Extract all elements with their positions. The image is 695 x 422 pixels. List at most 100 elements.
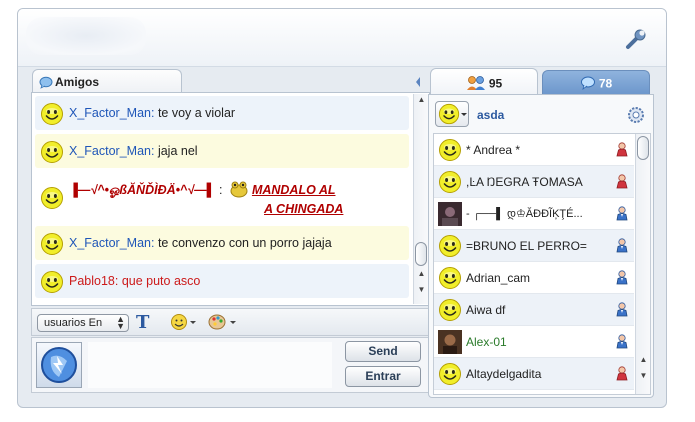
- message-row: X_Factor_Man: te voy a violar: [35, 96, 409, 130]
- chat-bubble-icon: [39, 76, 53, 92]
- select-arrows-icon: ▲ ▼: [116, 314, 125, 331]
- users-select-value: usuarios En: [44, 317, 103, 329]
- smiley-avatar-icon: [438, 138, 462, 162]
- message-user[interactable]: Pablo18: [69, 274, 115, 288]
- female-icon: [614, 173, 630, 192]
- tab-rooms[interactable]: 78: [542, 70, 650, 94]
- message-toolbar: usuarios En ▲ ▼ T: [31, 308, 430, 336]
- user-row[interactable]: Altaydelgadita: [434, 358, 634, 390]
- message-sep: :: [114, 274, 122, 288]
- chat-bubble-icon: [580, 76, 596, 93]
- tab-amigos[interactable]: Amigos: [32, 69, 182, 93]
- emoticon-menu-button[interactable]: [170, 313, 198, 334]
- status-select[interactable]: [435, 101, 469, 127]
- user-name: - ┌──▌ დ♔ĂĐĐĨĶŢÉ...: [466, 208, 583, 220]
- gear-icon[interactable]: [627, 106, 645, 127]
- message-text-line1[interactable]: MANDALO AL: [252, 183, 336, 197]
- message-user[interactable]: ▐—√^•ஓßĂŇĎÌĐÄ•^√—▌: [69, 183, 216, 197]
- male-icon: [614, 269, 630, 288]
- scroll-down-icon[interactable]: ▼: [639, 372, 648, 380]
- scroll-up-icon[interactable]: ▲: [639, 356, 648, 364]
- smiley-avatar-icon: [40, 140, 64, 164]
- male-icon: [614, 301, 630, 320]
- user-name: Alex-01: [466, 335, 507, 349]
- photo-avatar: [438, 330, 462, 354]
- smiley-avatar-icon: [40, 102, 64, 126]
- user-row[interactable]: Aiwa df: [434, 294, 634, 326]
- message-sep: :: [150, 144, 158, 158]
- female-icon: [614, 141, 630, 160]
- message-text: jaja nel: [157, 144, 198, 158]
- user-row[interactable]: =BRUNO EL PERRO=: [434, 230, 634, 262]
- message-sep: :: [150, 106, 158, 120]
- chat-panel: Amigos X_Factor_Man: te voy a violar X_F…: [30, 69, 440, 395]
- user-row[interactable]: * Andrea *: [434, 134, 634, 166]
- message-row: Pablo18: que puto asco: [35, 264, 409, 298]
- message-input[interactable]: [88, 342, 332, 388]
- chat-window: Amigos X_Factor_Man: te voy a violar X_F…: [17, 8, 667, 408]
- message-row: ▐—√^•ஓßĂŇĎÌĐÄ•^√—▌ : MANDALO AL A CHINGA…: [35, 172, 409, 222]
- frog-emoticon-icon: [228, 180, 250, 201]
- male-icon: [614, 237, 630, 256]
- smiley-avatar-icon: [40, 186, 64, 210]
- message-text-line2[interactable]: A CHINGADA: [264, 202, 343, 216]
- header-banner: [18, 9, 666, 67]
- font-icon: T: [136, 312, 150, 333]
- user-name: * Andrea *: [466, 143, 521, 157]
- user-row[interactable]: ,ĿA ŊEGRA ŦOMASA: [434, 166, 634, 198]
- smiley-avatar-icon: [438, 362, 462, 386]
- message-user[interactable]: X_Factor_Man: [69, 236, 151, 250]
- photo-avatar: [438, 202, 462, 226]
- scroll-thumb[interactable]: [637, 136, 649, 160]
- tab-amigos-label: Amigos: [55, 75, 100, 89]
- user-name: =BRUNO EL PERRO=: [466, 239, 587, 253]
- message-user[interactable]: X_Factor_Man: [69, 106, 151, 120]
- smiley-avatar-icon: [40, 232, 64, 256]
- my-status-row: asda: [433, 99, 649, 129]
- wrench-icon[interactable]: [624, 29, 648, 51]
- scroll-thumb[interactable]: [415, 242, 427, 266]
- message-text: te convenzo con un porro jajaja: [157, 236, 332, 250]
- user-name: Adrian_cam: [466, 271, 531, 285]
- message-sep: :: [215, 182, 226, 197]
- send-button[interactable]: Send: [345, 341, 421, 362]
- messages-scrollbar[interactable]: ▲ ▲ ▼: [413, 94, 428, 304]
- smiley-icon: [171, 314, 196, 330]
- users-count: 95: [488, 76, 503, 91]
- users-panel-body: asda * Andrea * ,ĿA ŊEGRA ŦOMASA - ┌──▌ …: [428, 94, 654, 398]
- rooms-count: 78: [598, 76, 613, 91]
- users-select[interactable]: usuarios En ▲ ▼: [37, 314, 129, 332]
- my-username: asda: [477, 108, 505, 122]
- message-row: X_Factor_Man: te convenzo con un porro j…: [35, 226, 409, 260]
- message-user[interactable]: X_Factor_Man: [69, 144, 151, 158]
- male-icon: [614, 333, 630, 352]
- scroll-up-icon[interactable]: ▲: [417, 270, 426, 278]
- scroll-down-icon[interactable]: ▼: [417, 286, 426, 294]
- smiley-avatar-icon: [40, 270, 64, 294]
- font-style-button[interactable]: T: [136, 312, 149, 333]
- smiley-avatar-icon: [438, 170, 462, 194]
- users-list[interactable]: * Andrea * ,ĿA ŊEGRA ŦOMASA - ┌──▌ დ♔ĂĐĐ…: [433, 133, 651, 395]
- palette-icon: [208, 314, 236, 330]
- enter-button[interactable]: Entrar: [345, 366, 421, 387]
- compose-area: Send Entrar: [31, 337, 430, 393]
- user-row[interactable]: Adrian_cam: [434, 262, 634, 294]
- compose-avatar-icon: [36, 342, 82, 388]
- smiley-avatar-icon: [438, 266, 462, 290]
- palette-menu-button[interactable]: [208, 313, 238, 334]
- messages-list[interactable]: X_Factor_Man: te voy a violar X_Factor_M…: [31, 92, 430, 306]
- users-group-icon: [466, 75, 486, 94]
- brand-logo: [26, 17, 146, 55]
- smiley-avatar-icon: [438, 298, 462, 322]
- message-text: que puto asco: [121, 274, 201, 288]
- tab-users[interactable]: 95: [430, 68, 538, 94]
- users-scrollbar[interactable]: ▲ ▼: [635, 134, 650, 394]
- user-row[interactable]: Alex-01: [434, 326, 634, 358]
- user-name: Aiwa df: [466, 303, 506, 317]
- message-text: te voy a violar: [157, 106, 236, 120]
- message-row: X_Factor_Man: jaja nel: [35, 134, 409, 168]
- scroll-up-icon[interactable]: ▲: [417, 96, 426, 104]
- user-row[interactable]: - ┌──▌ დ♔ĂĐĐĨĶŢÉ...: [434, 198, 634, 230]
- smiley-avatar-icon: [438, 234, 462, 258]
- message-sep: :: [150, 236, 158, 250]
